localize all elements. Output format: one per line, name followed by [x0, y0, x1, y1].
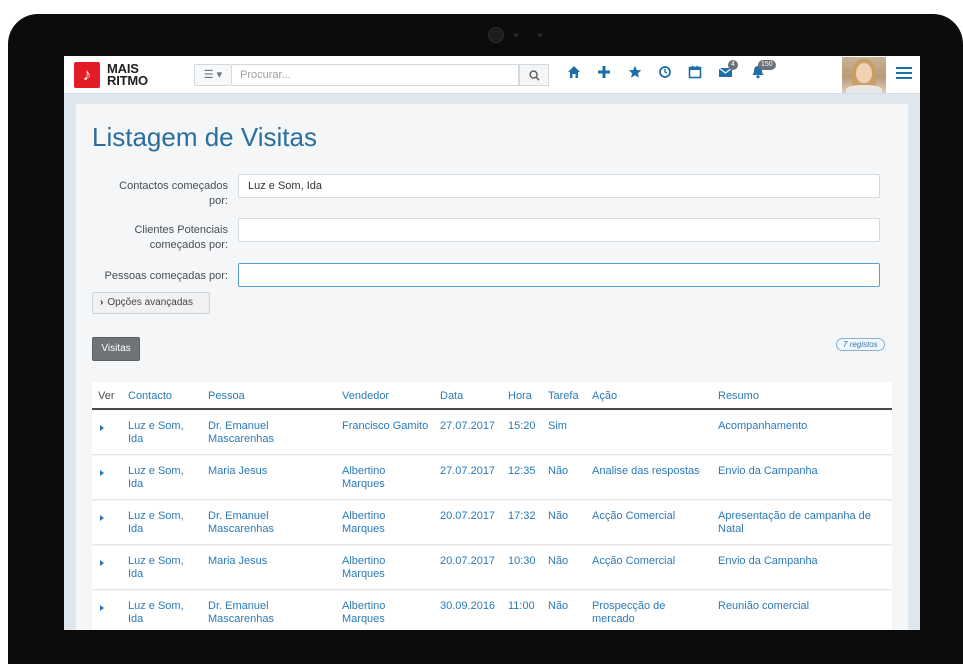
expand-arrow-icon[interactable] — [100, 515, 104, 521]
cell-resumo: Apresentação de campanha de Natal — [718, 510, 871, 535]
cell-hora: 10:30 — [508, 555, 536, 567]
cell-tarefa: Não — [548, 600, 569, 612]
search-icon — [529, 70, 540, 81]
col-header-acao[interactable]: Ação — [592, 390, 617, 402]
advanced-options-button[interactable]: › Opções avançadas — [92, 292, 210, 314]
col-header-data[interactable]: Data — [440, 390, 463, 402]
cell-resumo: Envio da Campanha — [718, 465, 818, 477]
cell-tarefa: Não — [548, 465, 569, 477]
expand-arrow-icon[interactable] — [100, 605, 104, 611]
cell-hora: 15:20 — [508, 420, 536, 432]
cell-contacto[interactable]: Luz e Som, Ida — [128, 420, 194, 446]
cell-tarefa: Não — [548, 510, 569, 522]
cell-tarefa: Sim — [548, 420, 567, 432]
clock-icon[interactable] — [655, 65, 675, 85]
add-icon[interactable] — [594, 65, 614, 85]
sensor-dot — [538, 33, 542, 37]
contactos-input[interactable] — [238, 174, 880, 198]
table-row[interactable]: Luz e Som, Ida Maria Jesus Albertino Mar… — [92, 546, 892, 590]
chevron-right-icon: › — [100, 297, 104, 308]
cell-vendedor[interactable]: Albertino Marques — [342, 555, 422, 581]
top-navbar: ♪ MAIS RITMO ☰ ▾ 4 150 — [64, 56, 920, 94]
table-row[interactable]: Luz e Som, Ida Maria Jesus Albertino Mar… — [92, 456, 892, 500]
user-avatar[interactable] — [842, 57, 886, 93]
table-row[interactable]: Luz e Som, Ida Dr. Emanuel Mascarenhas F… — [92, 411, 892, 455]
col-header-pessoa[interactable]: Pessoa — [208, 390, 245, 402]
app-logo-text[interactable]: MAIS RITMO — [107, 62, 148, 87]
search-input[interactable] — [232, 64, 519, 86]
cell-contacto[interactable]: Luz e Som, Ida — [128, 600, 194, 626]
table-row[interactable]: Luz e Som, Ida Dr. Emanuel Mascarenhas A… — [92, 591, 892, 630]
col-header-hora[interactable]: Hora — [508, 390, 532, 402]
clientes-input[interactable] — [238, 218, 880, 242]
cell-vendedor[interactable]: Albertino Marques — [342, 465, 422, 491]
cell-acao: Analise das respostas — [592, 465, 700, 477]
expand-arrow-icon[interactable] — [100, 560, 104, 566]
cell-acao: Acção Comercial — [592, 510, 676, 522]
table-header: Ver Contacto Pessoa Vendedor Data Hora T… — [92, 382, 892, 410]
table-row[interactable]: Luz e Som, Ida Dr. Emanuel Mascarenhas A… — [92, 501, 892, 545]
list-menu-button[interactable]: ☰ ▾ — [194, 64, 232, 86]
expand-arrow-icon[interactable] — [100, 425, 104, 431]
cell-pessoa[interactable]: Dr. Emanuel Mascarenhas — [208, 600, 328, 626]
cell-tarefa: Não — [548, 555, 569, 567]
contactos-label: Contactos começados por: — [119, 180, 228, 207]
cell-contacto[interactable]: Luz e Som, Ida — [128, 555, 194, 581]
pessoas-label: Pessoas começadas por: — [104, 270, 228, 282]
col-header-vendedor[interactable]: Vendedor — [342, 390, 389, 402]
cell-vendedor[interactable]: Francisco Gamito — [342, 420, 437, 433]
camera-icon — [488, 27, 504, 43]
cell-hora: 11:00 — [508, 600, 535, 612]
cell-hora: 12:35 — [508, 465, 536, 477]
col-header-ver[interactable]: Ver — [98, 390, 115, 402]
content-panel: Listagem de Visitas Contactos começados … — [76, 104, 908, 630]
cell-resumo: Reunião comercial — [718, 600, 810, 612]
clientes-label: Clientes Potenciais começados por: — [134, 224, 228, 251]
cell-data: 20.07.2017 — [440, 555, 496, 567]
hamburger-menu-icon[interactable] — [896, 67, 912, 81]
cell-data: 27.07.2017 — [440, 465, 496, 477]
cell-contacto[interactable]: Luz e Som, Ida — [128, 510, 194, 536]
col-header-contacto[interactable]: Contacto — [128, 390, 172, 402]
star-icon[interactable] — [625, 65, 645, 85]
cell-data: 20.07.2017 — [440, 510, 496, 522]
col-header-tarefa[interactable]: Tarefa — [548, 390, 579, 402]
notifications-icon[interactable]: 150 — [748, 60, 776, 85]
expand-arrow-icon[interactable] — [100, 470, 104, 476]
sensor-dot — [514, 33, 518, 37]
col-header-resumo[interactable]: Resumo — [718, 390, 759, 402]
cell-resumo: Acompanhamento — [718, 420, 808, 432]
cell-pessoa[interactable]: Dr. Emanuel Mascarenhas — [208, 420, 328, 446]
app-screen: ♪ MAIS RITMO ☰ ▾ 4 150 — [64, 56, 920, 630]
cell-vendedor[interactable]: Albertino Marques — [342, 510, 422, 536]
cell-contacto[interactable]: Luz e Som, Ida — [128, 465, 194, 491]
search-button[interactable] — [519, 64, 549, 86]
cell-resumo: Envio da Campanha — [718, 555, 818, 567]
cell-vendedor[interactable]: Albertino Marques — [342, 600, 422, 626]
music-note-logo-icon[interactable]: ♪ — [74, 62, 100, 88]
cell-hora: 17:32 — [508, 510, 536, 522]
pessoas-input[interactable] — [238, 263, 880, 287]
visitas-button[interactable]: Visitas — [92, 337, 140, 361]
cell-data: 27.07.2017 — [440, 420, 496, 432]
cell-pessoa[interactable]: Maria Jesus — [208, 465, 328, 478]
calendar-icon[interactable] — [685, 65, 705, 85]
cell-acao: Prospecção de mercado — [592, 600, 666, 625]
cell-acao: Acção Comercial — [592, 555, 676, 567]
records-count-badge[interactable]: 7 registos — [836, 338, 885, 351]
cell-pessoa[interactable]: Dr. Emanuel Mascarenhas — [208, 510, 328, 536]
page-title: Listagem de Visitas — [92, 122, 317, 152]
home-icon[interactable] — [564, 65, 584, 85]
messages-count-badge: 4 — [728, 60, 738, 70]
cell-data: 30.09.2016 — [440, 600, 496, 612]
notifications-count-badge: 150 — [758, 60, 776, 70]
messages-icon[interactable]: 4 — [716, 60, 738, 85]
cell-pessoa[interactable]: Maria Jesus — [208, 555, 328, 568]
